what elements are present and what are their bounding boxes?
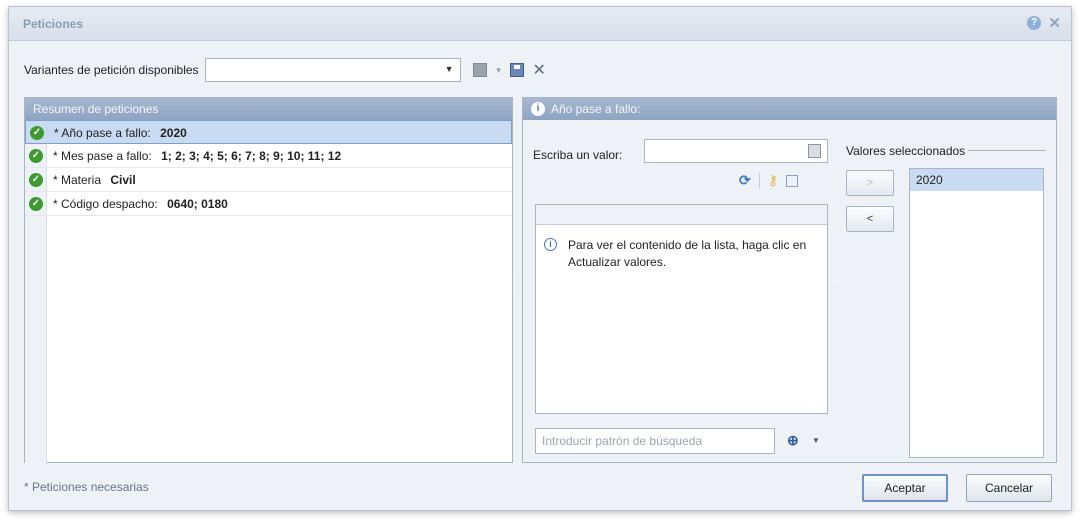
summary-item-value: Civil [110, 173, 136, 187]
toolbar-separator [758, 172, 760, 189]
add-value-button[interactable]: > [846, 170, 894, 196]
value-label: Escriba un valor: [533, 148, 623, 162]
check-icon: ✓ [30, 126, 44, 140]
dialog-title: Peticiones [23, 17, 84, 31]
variants-combobox[interactable]: ▼ [204, 58, 461, 82]
binoculars-icon[interactable]: ⊕ [787, 432, 799, 449]
summary-item-value: 2020 [160, 126, 187, 140]
values-list[interactable]: i Para ver el contenido de la lista, hag… [535, 204, 828, 414]
summary-item-year[interactable]: ✓ * Año pase a fallo: 2020 [25, 120, 512, 144]
summary-item-label: * Mes pase a fallo: [53, 149, 152, 163]
list-splitter-handle[interactable]: · · · · [832, 283, 836, 309]
search-pattern-input[interactable]: Introducir patrón de búsqueda [535, 428, 775, 454]
save-icon[interactable] [510, 63, 525, 77]
values-list-header [536, 205, 827, 225]
summary-header: Resumen de peticiones [25, 98, 512, 120]
calculator-icon[interactable] [808, 144, 821, 158]
close-icon[interactable]: ✕ [1048, 14, 1061, 32]
panel-splitter-handle[interactable]: · · · · [515, 269, 519, 295]
summary-item-month[interactable]: ✓ * Mes pase a fallo: 1; 2; 3; 4; 5; 6; … [25, 144, 512, 168]
summary-item-label: * Código despacho: [53, 197, 158, 211]
prompts-summary-panel: Resumen de peticiones ✓ * Año pase a fal… [24, 97, 513, 464]
remove-value-button[interactable]: < [846, 206, 894, 232]
summary-list: ✓ * Año pase a fallo: 2020 ✓ * Mes pase … [25, 120, 512, 464]
selected-value-item[interactable]: 2020 [910, 169, 1043, 191]
info-icon: i [531, 102, 545, 116]
chevron-down-icon[interactable]: ▼ [445, 64, 454, 74]
variants-bar: Variantes de petición disponibles ▼ ▼ ✕ [24, 58, 546, 82]
selected-values-list[interactable]: 2020 [909, 168, 1044, 458]
summary-item-label: * Año pase a fallo: [54, 126, 151, 140]
summary-item-subject[interactable]: ✓ * Materia Civil [25, 168, 512, 192]
values-list-message: Para ver el contenido de la lista, haga … [568, 238, 807, 269]
required-note: * Peticiones necesarias [24, 480, 149, 494]
check-icon: ✓ [29, 173, 43, 187]
refresh-values-icon[interactable]: ⟳ [739, 172, 751, 189]
list-toolbar: ⟳ ⚷ [739, 172, 798, 189]
summary-item-office-code[interactable]: ✓ * Código despacho: 0640; 0180 [25, 192, 512, 216]
dropdown-arrow-icon[interactable]: ▼ [495, 66, 503, 75]
info-icon: i [544, 238, 557, 251]
chevron-down-icon[interactable]: ▼ [812, 436, 820, 445]
cancel-button[interactable]: Cancelar [966, 474, 1052, 502]
summary-item-label: * Materia [53, 173, 102, 187]
list-view-icon[interactable] [786, 174, 798, 187]
prompt-detail-panel: i Año pase a fallo: Escriba un valor: ⟳ … [522, 97, 1057, 463]
grid-icon[interactable] [472, 63, 487, 77]
check-icon: ✓ [29, 197, 43, 211]
selected-values-label: Valores seleccionados [846, 144, 966, 158]
detail-header: i Año pase a fallo: [523, 98, 1056, 120]
key-icon[interactable]: ⚷ [768, 172, 778, 189]
question-icon[interactable]: ? [1027, 16, 1041, 30]
dialog-titlebar: Peticiones ? ✕ [9, 7, 1071, 41]
variants-label: Variantes de petición disponibles [24, 63, 199, 77]
value-input[interactable] [644, 139, 828, 163]
summary-item-value: 1; 2; 3; 4; 5; 6; 7; 8; 9; 10; 11; 12 [161, 149, 342, 163]
check-icon: ✓ [29, 149, 43, 163]
summary-item-value: 0640; 0180 [167, 197, 228, 211]
delete-icon[interactable]: ✕ [532, 60, 545, 80]
accept-button[interactable]: Aceptar [862, 474, 948, 502]
detail-title: Año pase a fallo: [551, 102, 641, 116]
divider [968, 150, 1046, 151]
